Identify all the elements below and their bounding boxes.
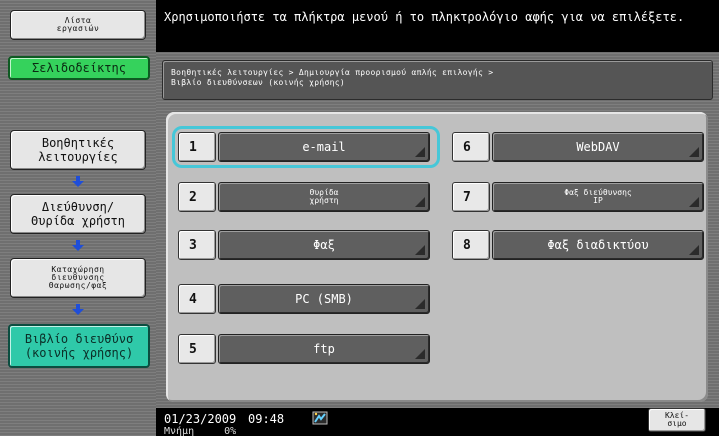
date-text: 01/23/2009 (164, 412, 237, 426)
destination-number: 4 (178, 284, 216, 314)
destination-number: 7 (452, 182, 490, 212)
destination-number: 5 (178, 334, 216, 364)
left-panel: Λίστα εργασιών Σελιδοδείκτης Βοηθητικές … (0, 0, 156, 436)
destination-webdav[interactable]: 6 WebDAV (452, 132, 708, 162)
destination-label: e-mail (218, 132, 430, 162)
breadcrumb-line-2: Βιβλίο διευθύνσεων (κοινής χρήσης) (171, 78, 345, 87)
destination-number: 6 (452, 132, 490, 162)
destination-internet-fax[interactable]: 8 Φαξ διαδικτύου (452, 230, 708, 260)
status-bar: 01/23/2009 09:48 Μνήμη 0% Κλεί- σιμο (156, 408, 719, 436)
nav-address-book-active[interactable]: Βιβλίο διευθύνσ (κοινής χρήσης) (8, 324, 150, 368)
destination-fax[interactable]: 3 Φαξ (178, 230, 434, 260)
top-message-bar: Χρησιμοποιήστε τα πλήκτρα μενού ή το πλη… (156, 0, 719, 52)
destination-label: PC (SMB) (218, 284, 430, 314)
index-tab-button[interactable]: Σελιδοδείκτης (8, 56, 150, 80)
down-arrow-icon (72, 176, 84, 188)
nav-utility[interactable]: Βοηθητικές λειτουργίες (10, 130, 146, 170)
nav-address-box[interactable]: Διεύθυνση/ Θυρίδα χρήστη (10, 194, 146, 234)
destination-user-box[interactable]: 2 Θυρίδα χρήστη (178, 182, 434, 212)
destination-ip-fax[interactable]: 7 Φαξ διεύθυνσης IP (452, 182, 708, 212)
destination-label: Φαξ διαδικτύου (492, 230, 704, 260)
right-area: Βοηθητικές λειτουργίες > Δημιουργία προο… (156, 52, 719, 408)
memory-status: Μνήμη 0% (164, 426, 236, 436)
destination-panel: 1 e-mail 2 Θυρίδα χρήστη 3 Φαξ 4 PC (SMB… (166, 112, 708, 402)
destination-number: 2 (178, 182, 216, 212)
down-arrow-icon (72, 304, 84, 316)
work-tasks-button[interactable]: Λίστα εργασιών (10, 10, 146, 40)
memory-percent: 0% (224, 426, 237, 436)
destination-number: 3 (178, 230, 216, 260)
instruction-text: Χρησιμοποιήστε τα πλήκτρα μενού ή το πλη… (164, 10, 685, 24)
breadcrumb: Βοηθητικές λειτουργίες > Δημιουργία προο… (162, 60, 713, 100)
destination-number: 1 (178, 132, 216, 162)
destination-email[interactable]: 1 e-mail (172, 126, 440, 168)
memory-label: Μνήμη (164, 426, 195, 436)
destination-ftp[interactable]: 5 ftp (178, 334, 434, 364)
time-text: 09:48 (248, 412, 285, 426)
destination-label: Φαξ διεύθυνσης IP (492, 182, 704, 212)
breadcrumb-line-1: Βοηθητικές λειτουργίες > Δημιουργία προο… (171, 68, 494, 77)
destination-number: 8 (452, 230, 490, 260)
destination-pc-smb[interactable]: 4 PC (SMB) (178, 284, 434, 314)
destination-label: Θυρίδα χρήστη (218, 182, 430, 212)
down-arrow-icon (72, 240, 84, 252)
destination-label: ftp (218, 334, 430, 364)
destination-label: Φαξ (218, 230, 430, 260)
screen: Λίστα εργασιών Σελιδοδείκτης Βοηθητικές … (0, 0, 719, 436)
destination-label: WebDAV (492, 132, 704, 162)
network-icon (312, 411, 328, 425)
close-button[interactable]: Κλεί- σιμο (648, 408, 706, 432)
nav-register-fax[interactable]: Καταχώρηση διευθυνσης Θαρωσης/φαξ (10, 258, 146, 298)
